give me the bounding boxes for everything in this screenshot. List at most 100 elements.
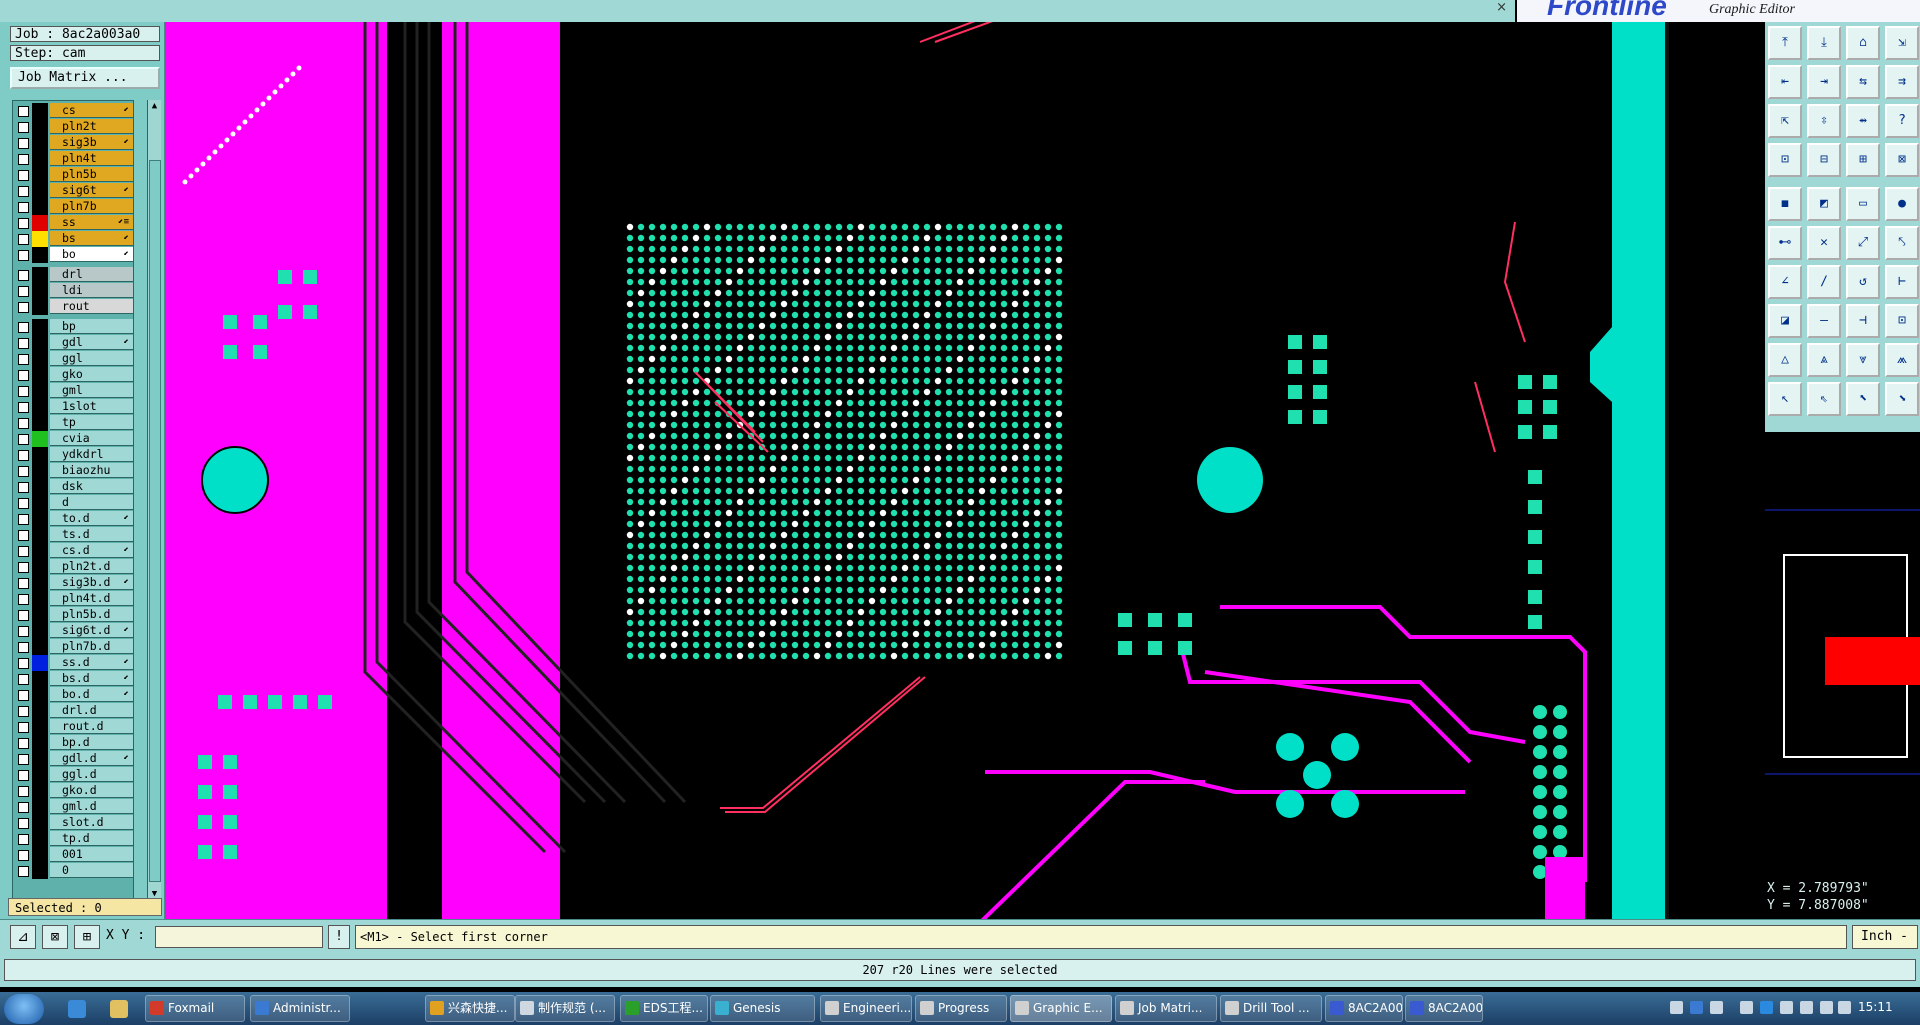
layer-name[interactable]: gko <box>50 367 133 382</box>
layer-name[interactable]: bs.d ⬋ <box>50 671 133 686</box>
layer-row[interactable]: gko <box>13 367 133 383</box>
layer-row[interactable]: sig6t.d ⬋ <box>13 623 133 639</box>
layer-swatch[interactable] <box>32 183 48 199</box>
tray-settings-icon[interactable] <box>1710 1001 1723 1014</box>
graphic-canvas[interactable] <box>165 22 1765 919</box>
tool-arrow4-icon[interactable]: ⬊ <box>1885 382 1919 416</box>
tool-tri-icon[interactable]: △ <box>1768 343 1802 377</box>
layer-name[interactable]: pln4t.d <box>50 591 133 606</box>
layer-checkbox[interactable] <box>18 642 29 653</box>
tool-link-icon[interactable]: ⊷ <box>1768 226 1802 260</box>
layer-row[interactable]: pln7b <box>13 199 133 215</box>
layer-swatch[interactable] <box>32 299 48 315</box>
layer-swatch[interactable] <box>32 751 48 767</box>
layer-row[interactable]: gml <box>13 383 133 399</box>
layer-name[interactable]: rout <box>50 299 133 314</box>
layer-row[interactable]: drl.d <box>13 703 133 719</box>
layer-row[interactable]: cs ⬋ <box>13 103 133 119</box>
layer-checkbox[interactable] <box>18 302 29 313</box>
layer-checkbox[interactable] <box>18 770 29 781</box>
layer-checkbox[interactable] <box>18 186 29 197</box>
layer-checkbox[interactable] <box>18 250 29 261</box>
layer-row[interactable]: bp <box>13 319 133 335</box>
tool-swap-icon[interactable]: ⇆ <box>1846 65 1880 99</box>
layer-name[interactable]: bo ⬋ <box>50 247 133 262</box>
layer-swatch[interactable] <box>32 431 48 447</box>
execute-button[interactable]: ! <box>328 925 350 949</box>
layer-row[interactable]: pln7b.d <box>13 639 133 655</box>
layer-checkbox[interactable] <box>18 466 29 477</box>
layer-name[interactable]: ss ⬋≡ <box>50 215 133 230</box>
tool-angle-icon[interactable]: ∠ <box>1768 265 1802 299</box>
layer-swatch[interactable] <box>32 319 48 335</box>
tray-help-icon[interactable] <box>1690 1001 1703 1014</box>
layer-row[interactable]: bs.d ⬋ <box>13 671 133 687</box>
tool-cross-icon[interactable]: ⊠ <box>1885 143 1919 177</box>
grid-icon[interactable]: ⊞ <box>74 925 100 949</box>
layer-name[interactable]: slot.d <box>50 815 133 830</box>
layer-row[interactable]: bs ⬋ <box>13 231 133 247</box>
layer-name[interactable]: 1slot <box>50 399 133 414</box>
layer-row[interactable]: dsk <box>13 479 133 495</box>
layer-row[interactable]: tp.d <box>13 831 133 847</box>
tray-keyboard-icon[interactable] <box>1670 1001 1683 1014</box>
layer-checkbox[interactable] <box>18 850 29 861</box>
layer-name[interactable]: gml <box>50 383 133 398</box>
layer-name[interactable]: ggl.d <box>50 767 133 782</box>
layer-swatch[interactable] <box>32 815 48 831</box>
layer-checkbox[interactable] <box>18 786 29 797</box>
layer-name[interactable]: pln5b <box>50 167 133 182</box>
layer-swatch[interactable] <box>32 799 48 815</box>
layer-swatch[interactable] <box>32 591 48 607</box>
layer-row[interactable]: ydkdrl <box>13 447 133 463</box>
layer-swatch[interactable] <box>32 415 48 431</box>
layer-swatch[interactable] <box>32 335 48 351</box>
job-matrix-button[interactable]: Job Matrix ... <box>10 67 160 89</box>
tool-diag-icon[interactable]: ⤢ <box>1846 226 1880 260</box>
layer-name[interactable]: gko.d <box>50 783 133 798</box>
layer-swatch[interactable] <box>32 831 48 847</box>
layer-checkbox[interactable] <box>18 738 29 749</box>
xy-input[interactable] <box>155 926 323 948</box>
layer-checkbox[interactable] <box>18 370 29 381</box>
layer-swatch[interactable] <box>32 151 48 167</box>
layer-swatch[interactable] <box>32 719 48 735</box>
layer-name[interactable]: drl <box>50 267 133 282</box>
layer-row[interactable]: bo.d ⬋ <box>13 687 133 703</box>
layer-name[interactable]: sig3b.d ⬋ <box>50 575 133 590</box>
tool-rotate-icon[interactable]: ↺ <box>1846 265 1880 299</box>
layer-checkbox[interactable] <box>18 322 29 333</box>
tool-tri2-icon[interactable]: ⩓ <box>1807 343 1841 377</box>
layer-name[interactable]: cvia <box>50 431 133 446</box>
layer-swatch[interactable] <box>32 167 48 183</box>
taskbar-item[interactable]: 制作规范 (... <box>515 995 615 1022</box>
layer-row[interactable]: cvia <box>13 431 133 447</box>
layer-checkbox[interactable] <box>18 610 29 621</box>
layer-row[interactable]: ggl <box>13 351 133 367</box>
tool-fit-icon[interactable]: ⇱ <box>1768 104 1802 138</box>
layer-name[interactable]: ldi <box>50 283 133 298</box>
layer-checkbox[interactable] <box>18 234 29 245</box>
tool-home-icon[interactable]: ⌂ <box>1846 26 1880 60</box>
layer-swatch[interactable] <box>32 767 48 783</box>
layer-row[interactable]: pln4t.d <box>13 591 133 607</box>
layer-name[interactable]: bs ⬋ <box>50 231 133 246</box>
layer-swatch[interactable] <box>32 495 48 511</box>
taskbar-item[interactable]: Engineeri... <box>820 995 912 1022</box>
layer-name[interactable]: 0 <box>50 863 133 878</box>
layer-row[interactable]: pln2t.d <box>13 559 133 575</box>
layer-swatch[interactable] <box>32 463 48 479</box>
layer-swatch[interactable] <box>32 231 48 247</box>
layer-row[interactable]: sig3b.d ⬋ <box>13 575 133 591</box>
layer-checkbox[interactable] <box>18 498 29 509</box>
layer-row[interactable]: pln5b.d <box>13 607 133 623</box>
layer-checkbox[interactable] <box>18 818 29 829</box>
layer-swatch[interactable] <box>32 199 48 215</box>
layer-swatch[interactable] <box>32 215 48 231</box>
layer-name[interactable]: pln2t <box>50 119 133 134</box>
tool-zoom-box-icon[interactable]: ⇲ <box>1885 26 1919 60</box>
layer-name[interactable]: drl.d <box>50 703 133 718</box>
taskbar-item[interactable]: Genesis <box>710 995 815 1022</box>
tool-tri4-icon[interactable]: ⩕ <box>1885 343 1919 377</box>
layer-swatch[interactable] <box>32 847 48 863</box>
